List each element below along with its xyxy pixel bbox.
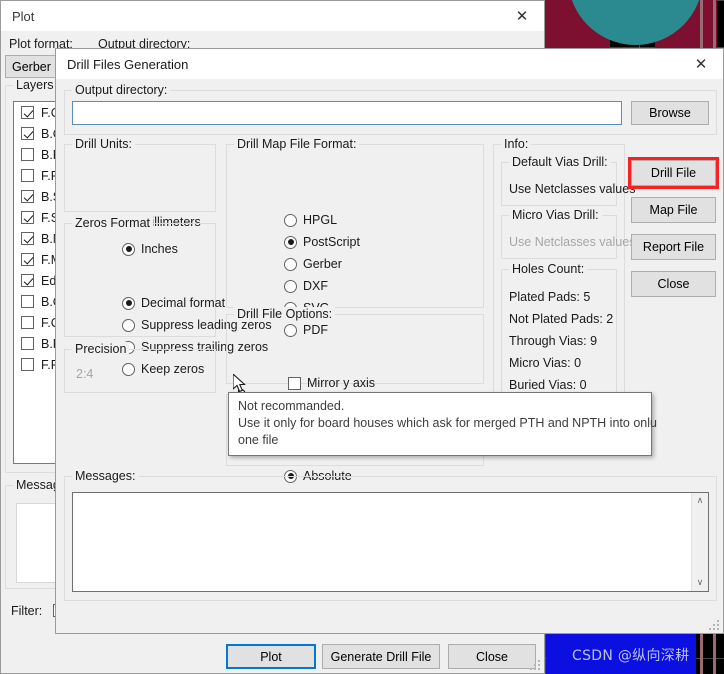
drill-file-option-mirror-y-axis[interactable]: Mirror y axis bbox=[288, 376, 375, 390]
drill-map-format-group: Drill Map File Format: bbox=[226, 144, 484, 308]
checkbox-icon[interactable] bbox=[21, 148, 34, 161]
drill-map-format-dxf[interactable]: DXF bbox=[284, 279, 328, 293]
precision-value: 2:4 bbox=[76, 367, 93, 381]
drill-messages-box[interactable]: ∧ ∨ bbox=[72, 492, 709, 592]
holes-count-label: Holes Count: bbox=[509, 262, 587, 276]
radio-icon[interactable] bbox=[284, 258, 297, 271]
output-directory-input[interactable] bbox=[72, 101, 622, 125]
side-button-report-file[interactable]: Report File bbox=[631, 234, 716, 260]
chevron-up-icon[interactable]: ∧ bbox=[692, 493, 708, 509]
generate-drill-file-button[interactable]: Generate Drill File bbox=[322, 644, 440, 669]
checkbox-icon[interactable] bbox=[21, 295, 34, 308]
close-icon[interactable]: ✕ bbox=[500, 1, 544, 31]
zeros-format-label: Decimal format bbox=[141, 296, 225, 310]
drill-messages-label: Messages: bbox=[72, 469, 138, 483]
drill-map-format-gerber[interactable]: Gerber bbox=[284, 257, 342, 271]
holes-count-row: Not Plated Pads: 2 bbox=[509, 312, 613, 326]
tooltip-line-3: one file bbox=[238, 432, 643, 449]
side-button-label: Map File bbox=[650, 203, 698, 217]
drill-map-format-hpgl[interactable]: HPGL bbox=[284, 213, 337, 227]
filter-label: Filter: bbox=[11, 604, 42, 618]
checkbox-icon[interactable] bbox=[21, 358, 34, 371]
holes-count-row: Through Vias: 9 bbox=[509, 334, 597, 348]
drill-map-format-label: Drill Map File Format: bbox=[234, 137, 359, 151]
radio-icon[interactable] bbox=[284, 236, 297, 249]
checkbox-icon[interactable] bbox=[21, 190, 34, 203]
radio-icon[interactable] bbox=[122, 297, 135, 310]
checkbox-icon[interactable] bbox=[21, 316, 34, 329]
browse-label: Browse bbox=[649, 106, 691, 120]
checkbox-icon[interactable] bbox=[288, 377, 301, 390]
drill-units-group: Drill Units: bbox=[64, 144, 216, 212]
plot-button-label: Plot bbox=[260, 650, 282, 664]
micro-vias-drill-value: Use Netclasses values bbox=[509, 235, 635, 249]
zeros-format-decimal-format[interactable]: Decimal format bbox=[122, 296, 225, 310]
checkbox-icon[interactable] bbox=[21, 211, 34, 224]
screen: CSDN @纵向深耕 Plot ✕ Plot format: Output di… bbox=[0, 0, 724, 674]
mouse-cursor-icon bbox=[233, 374, 247, 394]
plot-close-button[interactable]: Close bbox=[448, 644, 536, 669]
drill-units-label: Drill Units: bbox=[72, 137, 135, 151]
drill-map-format-postscript[interactable]: PostScript bbox=[284, 235, 360, 249]
drill-dialog-title: Drill Files Generation bbox=[67, 57, 188, 72]
info-label: Info: bbox=[501, 137, 531, 151]
drill-file-options-label: Drill File Options: bbox=[234, 307, 335, 321]
plot-close-label: Close bbox=[476, 650, 508, 664]
precision-label: Precision bbox=[72, 342, 129, 356]
drill-map-format-label: Gerber bbox=[303, 257, 342, 271]
checkbox-icon[interactable] bbox=[21, 253, 34, 266]
side-button-label: Close bbox=[658, 277, 690, 291]
plot-format-value: Gerber bbox=[12, 60, 51, 74]
chevron-down-icon[interactable]: ∨ bbox=[692, 575, 708, 591]
tooltip-line-1: Not recommanded. bbox=[238, 398, 643, 415]
plot-button[interactable]: Plot bbox=[226, 644, 316, 669]
side-button-drill-file[interactable]: Drill File bbox=[631, 160, 716, 186]
close-icon[interactable]: ✕ bbox=[679, 49, 723, 79]
watermark: CSDN @纵向深耕 bbox=[572, 645, 689, 665]
radio-icon[interactable] bbox=[284, 214, 297, 227]
holes-count-row: Micro Vias: 0 bbox=[509, 356, 581, 370]
side-button-label: Report File bbox=[643, 240, 704, 254]
drill-dialog-resize-grip[interactable] bbox=[709, 620, 721, 632]
messages-scrollbar[interactable]: ∧ ∨ bbox=[691, 493, 708, 591]
zeros-format-label: Zeros Format bbox=[72, 216, 153, 230]
drill-file-option-label: Mirror y axis bbox=[307, 376, 375, 390]
checkbox-icon[interactable] bbox=[21, 337, 34, 350]
plot-window-title: Plot bbox=[12, 9, 34, 24]
layers-group-label: Layers bbox=[13, 78, 57, 92]
drill-map-format-label: HPGL bbox=[303, 213, 337, 227]
drill-map-format-label: PostScript bbox=[303, 235, 360, 249]
tooltip-line-2: Use it only for board houses which ask f… bbox=[238, 415, 643, 432]
drill-dialog-titlebar[interactable]: Drill Files Generation ✕ bbox=[56, 49, 723, 79]
side-button-map-file[interactable]: Map File bbox=[631, 197, 716, 223]
default-vias-drill-value: Use Netclasses values bbox=[509, 182, 635, 196]
drill-files-dialog: Drill Files Generation ✕ Output director… bbox=[55, 48, 724, 634]
plot-resize-grip[interactable] bbox=[530, 660, 542, 672]
checkbox-icon[interactable] bbox=[21, 169, 34, 182]
micro-vias-drill-label: Micro Vias Drill: bbox=[509, 208, 602, 222]
checkbox-icon[interactable] bbox=[21, 274, 34, 287]
generate-drill-file-label: Generate Drill File bbox=[331, 650, 432, 664]
checkbox-icon[interactable] bbox=[21, 106, 34, 119]
holes-count-row: Plated Pads: 5 bbox=[509, 290, 590, 304]
merge-holes-tooltip: Not recommanded. Use it only for board h… bbox=[228, 392, 652, 456]
checkbox-icon[interactable] bbox=[21, 232, 34, 245]
checkbox-icon[interactable] bbox=[21, 127, 34, 140]
default-vias-drill-label: Default Vias Drill: bbox=[509, 155, 611, 169]
plot-window-titlebar[interactable]: Plot ✕ bbox=[1, 1, 544, 31]
drill-map-format-label: DXF bbox=[303, 279, 328, 293]
radio-icon[interactable] bbox=[284, 280, 297, 293]
radio-icon[interactable] bbox=[122, 319, 135, 332]
browse-button[interactable]: Browse bbox=[631, 101, 709, 125]
drill-file-options-group: Drill File Options: bbox=[226, 314, 484, 384]
output-directory-label: Output directory: bbox=[72, 83, 170, 97]
side-button-label: Drill File bbox=[651, 166, 696, 180]
side-button-close[interactable]: Close bbox=[631, 271, 716, 297]
holes-count-row: Buried Vias: 0 bbox=[509, 378, 587, 392]
